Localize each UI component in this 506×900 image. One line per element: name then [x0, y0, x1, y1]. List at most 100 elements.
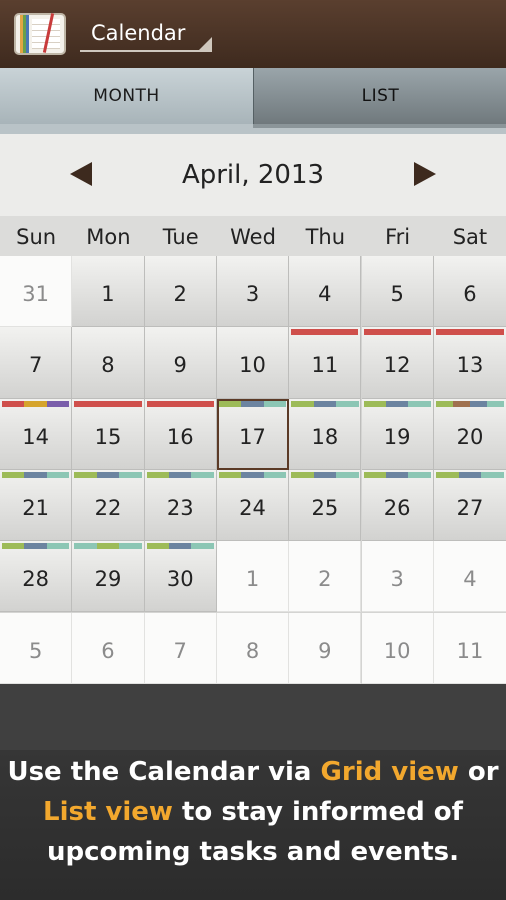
event-indicator-bar	[435, 329, 505, 336]
day-cell[interactable]: 9	[144, 327, 217, 399]
day-cell[interactable]: 18	[289, 398, 362, 470]
day-number: 18	[311, 424, 339, 449]
day-cell[interactable]: 24	[216, 469, 290, 542]
day-cell[interactable]: 28	[0, 541, 73, 613]
day-cell[interactable]: 21	[0, 469, 73, 542]
promo-text-1c: or	[458, 757, 499, 787]
banner-stripe	[0, 684, 506, 750]
event-marker	[74, 471, 97, 478]
view-tabs: MONTH LIST	[0, 68, 506, 134]
event-marker	[336, 400, 359, 407]
promo-text-2b: to stay informed of	[172, 797, 463, 827]
event-marker	[218, 400, 242, 407]
event-marker	[385, 471, 409, 478]
day-cell[interactable]: 3	[361, 541, 434, 613]
event-indicator-bar	[291, 471, 359, 478]
event-marker	[169, 543, 192, 550]
day-number: 16	[166, 424, 194, 449]
event-marker	[385, 400, 409, 407]
tab-indicator	[0, 124, 506, 134]
day-cell[interactable]: 16	[144, 398, 217, 470]
day-cell[interactable]: 29	[72, 541, 145, 613]
day-cell[interactable]: 12	[361, 327, 434, 399]
event-indicator-bar	[146, 471, 214, 478]
day-cell[interactable]: 17	[216, 398, 290, 470]
event-marker	[263, 400, 287, 407]
event-marker	[146, 471, 170, 478]
day-cell[interactable]: 5	[361, 256, 434, 328]
event-marker	[24, 543, 47, 550]
day-cell[interactable]: 15	[72, 398, 145, 470]
day-cell[interactable]: 2	[289, 541, 362, 613]
day-cell[interactable]: 3	[216, 256, 290, 328]
event-marker	[146, 400, 214, 407]
day-cell[interactable]: 4	[289, 256, 362, 328]
day-cell[interactable]: 9	[289, 612, 362, 684]
tab-list[interactable]: LIST	[253, 68, 506, 124]
day-cell[interactable]: 19	[361, 398, 434, 470]
day-cell[interactable]: 4	[433, 541, 506, 613]
day-cell[interactable]: 14	[0, 398, 73, 470]
event-marker	[169, 471, 192, 478]
event-marker	[2, 543, 25, 550]
day-cell[interactable]: 6	[433, 256, 506, 328]
day-number: 4	[318, 282, 332, 307]
day-number: 5	[28, 638, 43, 663]
event-marker	[291, 329, 359, 336]
event-indicator-bar	[2, 400, 70, 407]
day-number: 2	[173, 282, 187, 307]
event-marker	[263, 471, 287, 478]
day-cell[interactable]: 1	[72, 256, 145, 328]
day-number: 13	[456, 353, 484, 378]
event-indicator-bar	[2, 543, 70, 550]
day-cell[interactable]: 27	[433, 469, 506, 542]
day-cell[interactable]: 2	[144, 256, 217, 328]
tab-month[interactable]: MONTH	[0, 68, 253, 124]
day-cell[interactable]: 6	[72, 612, 145, 684]
event-marker	[363, 400, 386, 407]
day-cell[interactable]: 7	[144, 612, 217, 684]
action-bar: Calendar	[0, 0, 506, 68]
event-marker	[408, 400, 431, 407]
event-marker	[46, 400, 70, 407]
tab-list-label: LIST	[361, 86, 400, 106]
event-marker	[481, 471, 505, 478]
day-number: 15	[94, 424, 122, 449]
day-number: 3	[390, 567, 404, 592]
weekday-sat: Sat	[452, 225, 488, 249]
view-spinner[interactable]: Calendar	[80, 14, 212, 52]
day-cell[interactable]: 5	[0, 612, 73, 684]
event-marker	[119, 471, 142, 478]
day-cell[interactable]: 26	[361, 469, 434, 542]
day-cell[interactable]: 20	[433, 398, 506, 470]
event-marker	[191, 471, 214, 478]
event-marker	[74, 400, 142, 407]
day-cell[interactable]: 13	[433, 327, 506, 399]
planner-book-icon[interactable]	[14, 13, 66, 55]
event-marker	[452, 400, 470, 407]
event-marker	[96, 471, 120, 478]
day-cell[interactable]: 10	[361, 612, 434, 684]
day-cell[interactable]: 25	[289, 469, 362, 542]
next-month-icon[interactable]	[414, 162, 436, 186]
previous-month-icon[interactable]	[70, 162, 92, 186]
event-marker	[119, 543, 142, 550]
day-cell[interactable]: 22	[72, 469, 145, 542]
book-spine	[20, 15, 29, 53]
day-number: 21	[22, 496, 50, 521]
event-marker	[435, 329, 505, 336]
day-cell[interactable]: 30	[144, 541, 217, 613]
day-cell[interactable]: 11	[433, 612, 506, 684]
day-cell[interactable]: 7	[0, 327, 73, 399]
day-cell[interactable]: 8	[216, 612, 290, 684]
day-number: 9	[173, 353, 187, 378]
weekday-fri: Fri	[385, 225, 411, 249]
day-cell[interactable]: 31	[0, 256, 73, 328]
day-cell[interactable]: 8	[72, 327, 145, 399]
day-cell[interactable]: 1	[216, 541, 290, 613]
day-number: 28	[22, 567, 50, 592]
day-cell[interactable]: 10	[216, 327, 290, 399]
day-cell[interactable]: 23	[144, 469, 217, 542]
event-marker	[336, 471, 359, 478]
day-cell[interactable]: 11	[289, 327, 362, 399]
